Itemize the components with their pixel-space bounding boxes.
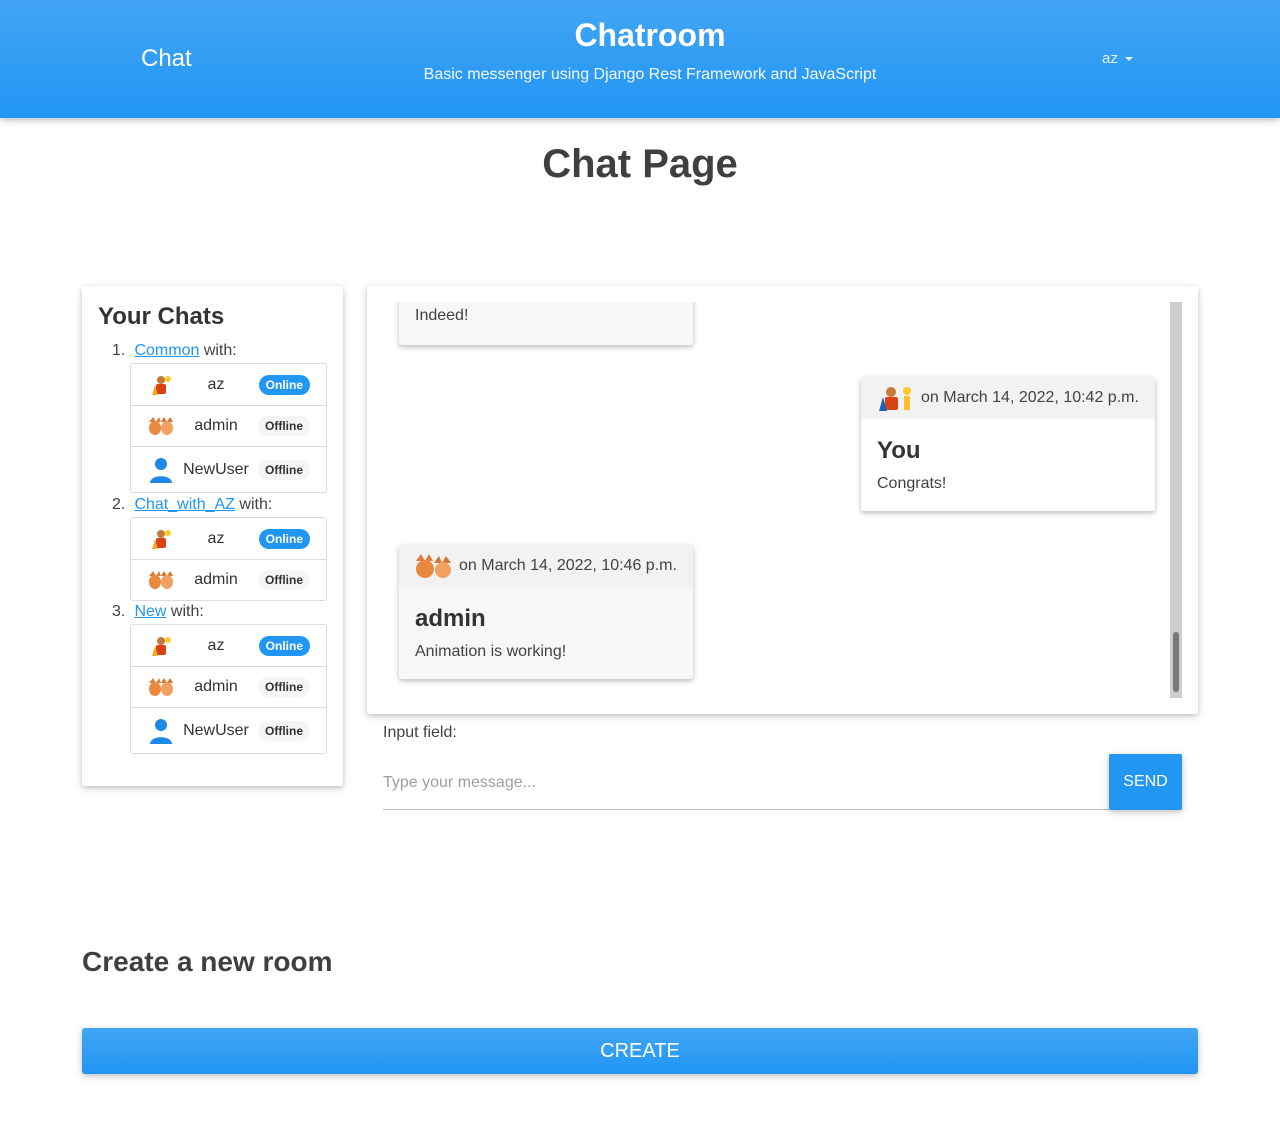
message-card: on March 14, 2022, 10:46 p.m. admin Anim… xyxy=(399,545,693,679)
caret-down-icon xyxy=(1124,56,1133,61)
member-row: az Online xyxy=(131,625,326,666)
member-name: az xyxy=(207,375,225,393)
message-text: Congrats! xyxy=(877,475,947,492)
member-name: admin xyxy=(194,417,238,434)
page-title: Chat Page xyxy=(542,142,738,186)
person-icon xyxy=(148,718,174,744)
member-name: admin xyxy=(194,678,238,695)
site-title: Chatroom xyxy=(574,17,726,53)
room-number: 3. xyxy=(112,603,126,620)
chats-card: Your Chats 1. Common with: az Online adm… xyxy=(82,286,343,786)
room-item-common: 1. Common with: xyxy=(112,342,237,360)
member-name: admin xyxy=(194,571,238,588)
message-text: Animation is working! xyxy=(415,643,567,660)
member-row: admin Offline xyxy=(131,405,326,446)
room-members-new: az Online admin Offline NewUser Offline xyxy=(130,624,327,754)
status-badge: Offline xyxy=(258,720,310,741)
message-header: on March 14, 2022, 10:46 p.m. xyxy=(399,545,693,587)
warrior-avatar-icon xyxy=(148,372,174,398)
member-row: az Online xyxy=(131,518,326,559)
nav-header: Chatroom Basic messenger using Django Re… xyxy=(400,16,900,84)
user-dropdown[interactable]: az xyxy=(1102,50,1133,67)
brand-link[interactable]: Chat xyxy=(141,45,192,73)
status-badge: Online xyxy=(258,635,310,656)
room-with-label: with: xyxy=(203,342,237,359)
member-name: az xyxy=(207,529,225,547)
status-badge: Online xyxy=(258,528,310,549)
member-name: NewUser xyxy=(183,721,249,739)
status-badge: Online xyxy=(258,374,310,395)
input-label: Input field: xyxy=(383,724,457,741)
foxes-avatar-icon xyxy=(148,674,174,700)
warrior-avatar-icon xyxy=(148,633,174,659)
message-card: Indeed! xyxy=(399,302,693,345)
scrollbar[interactable] xyxy=(1170,302,1182,698)
warrior-avatar-icon xyxy=(148,526,174,552)
navbar: Chat Chatroom Basic messenger using Djan… xyxy=(0,0,1280,118)
status-badge: Offline xyxy=(258,677,310,697)
create-room-title: Create a new room xyxy=(82,946,333,977)
create-room-button[interactable]: CREATE xyxy=(82,1028,1198,1074)
message-date: on March 14, 2022, 10:42 p.m. xyxy=(921,389,1139,406)
send-button[interactable]: SEND xyxy=(1109,754,1182,810)
warrior-avatar-icon xyxy=(877,384,917,412)
room-number: 1. xyxy=(112,342,126,359)
scrollbar-thumb[interactable] xyxy=(1173,632,1179,692)
member-row: NewUser Offline xyxy=(131,446,326,492)
room-item-new: 3. New with: xyxy=(112,603,204,621)
message-text: Indeed! xyxy=(415,307,469,324)
message-author: You xyxy=(877,437,921,464)
member-row: az Online xyxy=(131,364,326,405)
member-row: NewUser Offline xyxy=(131,707,326,753)
chats-title: Your Chats xyxy=(98,303,225,330)
foxes-avatar-icon xyxy=(148,567,174,593)
status-badge: Offline xyxy=(258,416,310,436)
user-dropdown-label: az xyxy=(1102,50,1118,67)
status-badge: Offline xyxy=(258,570,310,590)
room-number: 2. xyxy=(112,496,126,513)
room-link-new[interactable]: New xyxy=(134,603,166,620)
room-link-common[interactable]: Common xyxy=(134,342,199,359)
room-with-label: with: xyxy=(170,603,204,620)
room-with-label: with: xyxy=(239,496,273,513)
room-link-chat-with-az[interactable]: Chat_with_AZ xyxy=(134,496,235,513)
room-members-chat-with-az: az Online admin Offline xyxy=(130,517,327,601)
member-row: admin Offline xyxy=(131,559,326,600)
message-date: on March 14, 2022, 10:46 p.m. xyxy=(459,557,677,574)
message-list[interactable]: Indeed! on March 14, 2022, 10:42 p.m. Yo… xyxy=(383,302,1182,698)
member-name: az xyxy=(207,636,225,654)
room-members-common: az Online admin Offline NewUser Offline xyxy=(130,363,327,493)
member-row: admin Offline xyxy=(131,666,326,707)
member-name: NewUser xyxy=(183,460,249,478)
foxes-avatar-icon xyxy=(415,552,455,580)
site-subtitle: Basic messenger using Django Rest Framew… xyxy=(423,66,877,83)
room-item-chat-with-az: 2. Chat_with_AZ with: xyxy=(112,496,272,514)
person-icon xyxy=(148,457,174,483)
message-card: on March 14, 2022, 10:42 p.m. You Congra… xyxy=(861,377,1155,511)
message-header: on March 14, 2022, 10:42 p.m. xyxy=(861,377,1155,419)
foxes-avatar-icon xyxy=(148,413,174,439)
status-badge: Offline xyxy=(258,459,310,480)
chat-window: Indeed! on March 14, 2022, 10:42 p.m. Yo… xyxy=(367,286,1198,714)
message-input[interactable] xyxy=(383,756,1109,810)
message-author: admin xyxy=(415,605,486,632)
